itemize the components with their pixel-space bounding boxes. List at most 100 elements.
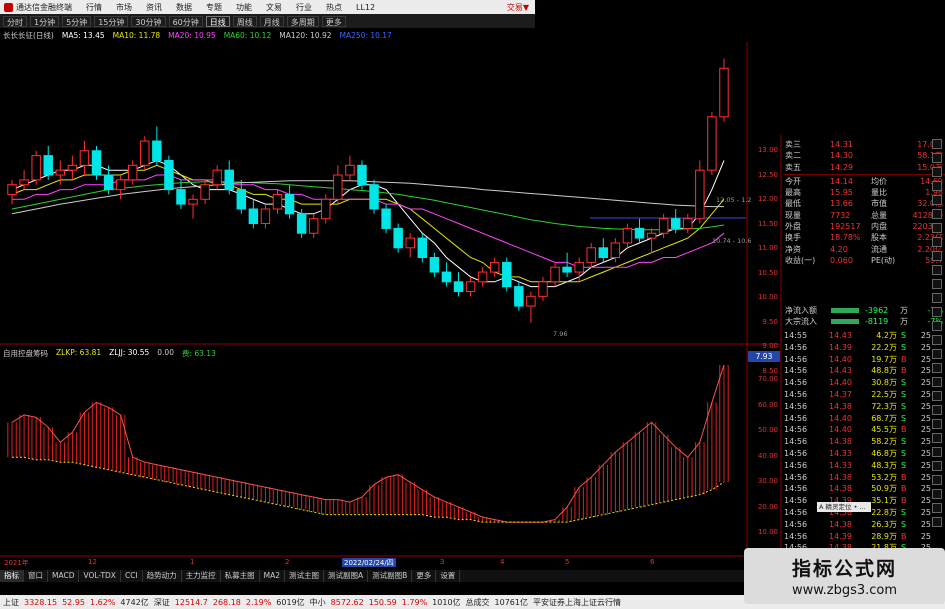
indicator-tab[interactable]: 测试副图B	[368, 570, 413, 582]
candle[interactable]	[260, 204, 271, 229]
list-icon[interactable]	[932, 349, 942, 359]
list-icon[interactable]	[932, 265, 942, 275]
candle[interactable]	[140, 136, 150, 171]
list-icon[interactable]	[932, 405, 942, 415]
candle[interactable]	[67, 155, 78, 180]
candle[interactable]	[333, 165, 343, 205]
list-icon[interactable]	[932, 447, 942, 457]
candle[interactable]	[224, 160, 234, 195]
candle[interactable]	[441, 262, 452, 287]
candle[interactable]	[634, 218, 645, 243]
candle[interactable]	[200, 179, 210, 205]
list-icon[interactable]	[932, 223, 942, 233]
candle[interactable]	[526, 291, 536, 323]
list-icon[interactable]	[932, 517, 942, 527]
candle[interactable]	[514, 281, 524, 311]
list-icon[interactable]	[932, 307, 942, 317]
candle[interactable]	[562, 252, 572, 277]
candle[interactable]	[381, 204, 391, 234]
candle[interactable]	[586, 242, 596, 268]
list-icon[interactable]	[932, 279, 942, 289]
list-icon[interactable]	[932, 461, 942, 471]
indicator-tab[interactable]: VOL-TDX	[79, 570, 121, 582]
candle[interactable]	[248, 199, 259, 229]
list-icon[interactable]	[932, 181, 942, 191]
indicator-tab[interactable]: 趋势动力	[143, 570, 182, 582]
candle[interactable]	[115, 175, 126, 200]
stock-search-popup[interactable]: A 精灵定位 • ...	[817, 502, 871, 512]
candle[interactable]	[598, 238, 609, 263]
tick-price: 14.38	[829, 484, 852, 494]
zoom-out-icon[interactable]	[932, 153, 942, 163]
list-icon[interactable]	[932, 363, 942, 373]
candle[interactable]	[103, 165, 114, 195]
indicator-tab[interactable]: 指标	[0, 570, 24, 582]
list-icon[interactable]	[932, 489, 942, 499]
candle[interactable]	[646, 228, 657, 253]
tick-list[interactable]: 14:55 14.43 4.2万 S 25 14:56 14.39 22.2万 S 25 14:56…	[783, 330, 931, 554]
list-icon[interactable]	[932, 293, 942, 303]
indicator-tab[interactable]: 私募主图	[221, 570, 260, 582]
candle[interactable]	[489, 257, 500, 277]
list-icon[interactable]	[932, 503, 942, 513]
status-item: 4742亿	[120, 597, 149, 607]
list-icon[interactable]	[932, 433, 942, 443]
candle[interactable]	[695, 160, 705, 224]
candle[interactable]	[453, 272, 464, 297]
candle[interactable]	[176, 179, 186, 209]
candle[interactable]	[719, 58, 729, 122]
list-icon[interactable]	[932, 419, 942, 429]
indicator-tab[interactable]: MA2	[260, 570, 286, 582]
candle[interactable]	[212, 165, 222, 190]
indicator-tab[interactable]: 更多	[412, 570, 437, 582]
candle[interactable]	[345, 155, 355, 180]
candle[interactable]	[683, 213, 693, 234]
candle[interactable]	[31, 150, 41, 185]
candle[interactable]	[550, 262, 560, 287]
list-icon[interactable]	[932, 209, 942, 219]
list-icon[interactable]	[932, 167, 942, 177]
indicator-tab[interactable]: 设置	[436, 570, 461, 582]
indicator-tab[interactable]: CCI	[121, 570, 143, 582]
indicator-tab[interactable]: 测试主图	[285, 570, 325, 582]
candle[interactable]	[502, 257, 512, 292]
list-icon[interactable]	[932, 335, 942, 345]
candle[interactable]	[127, 160, 138, 185]
candle[interactable]	[465, 276, 476, 297]
candle[interactable]	[7, 179, 17, 205]
candle[interactable]	[538, 276, 548, 302]
candle[interactable]	[272, 189, 283, 214]
candle[interactable]	[369, 179, 379, 214]
list-icon[interactable]	[932, 321, 942, 331]
candle[interactable]	[321, 194, 331, 224]
list-icon[interactable]	[932, 391, 942, 401]
indicator-tab[interactable]: 窗口	[24, 570, 48, 582]
candle[interactable]	[91, 145, 102, 180]
list-icon[interactable]	[932, 475, 942, 485]
list-icon[interactable]	[932, 377, 942, 387]
candle[interactable]	[393, 223, 403, 253]
candle[interactable]	[188, 194, 198, 219]
zoom-in-icon[interactable]	[932, 139, 942, 149]
indicator-tab[interactable]: 测试副图A	[324, 570, 369, 582]
candle[interactable]	[622, 223, 633, 248]
candle[interactable]	[152, 126, 162, 166]
candle[interactable]	[707, 111, 717, 176]
indicator-tab[interactable]: MACD	[48, 570, 80, 582]
list-icon[interactable]	[932, 237, 942, 247]
list-icon[interactable]	[932, 251, 942, 261]
candle[interactable]	[19, 170, 29, 190]
candle[interactable]	[284, 184, 295, 219]
candle[interactable]	[296, 208, 307, 239]
indicator-tab[interactable]: 主力监控	[182, 570, 221, 582]
candle[interactable]	[477, 267, 488, 287]
candle[interactable]	[417, 233, 428, 263]
candle[interactable]	[405, 233, 415, 258]
candle[interactable]	[429, 252, 440, 277]
list-icon[interactable]	[932, 195, 942, 205]
candle[interactable]	[43, 145, 53, 180]
candle[interactable]	[164, 155, 174, 195]
candle[interactable]	[79, 141, 90, 176]
candle[interactable]	[308, 213, 319, 239]
candle[interactable]	[357, 160, 367, 190]
